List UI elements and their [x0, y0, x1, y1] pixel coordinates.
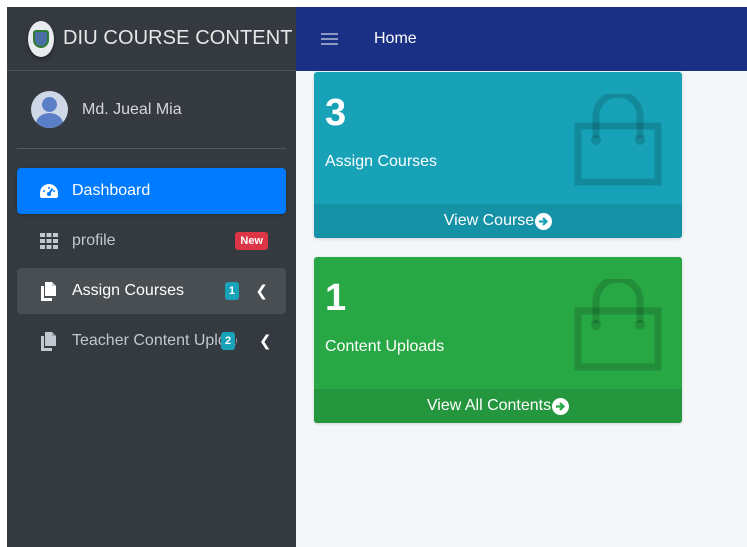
dashboard-icon [38, 182, 60, 200]
sidebar-item-label: Assign Courses [72, 282, 185, 299]
arrow-circle-right-icon [552, 397, 570, 415]
copy-icon [38, 331, 60, 351]
sidebar-item-teacher-content-upload[interactable]: Teacher Content Upload 2 ❮ [17, 318, 286, 364]
count-badge: 1 [224, 282, 239, 300]
sidebar-item-label: Teacher Content Upload [72, 332, 237, 349]
count-badge: 2 [221, 332, 236, 350]
new-badge: New [235, 232, 268, 250]
footer-label: View All Contents [426, 397, 552, 414]
content-uploads-card: 1 Content Uploads View All Contents [314, 257, 682, 423]
university-logo-icon [28, 20, 54, 57]
sidebar-item-label: profile [72, 232, 116, 249]
app-frame: DIU COURSE CONTENT Md. Jueal Mia Dashboa… [7, 7, 747, 547]
sidebar: DIU COURSE CONTENT Md. Jueal Mia Dashboa… [7, 7, 296, 547]
chevron-left-icon[interactable]: ❮ [259, 332, 272, 350]
shopping-bag-icon [574, 94, 662, 186]
assign-courses-card: 3 Assign Courses View Course [314, 72, 682, 238]
top-navbar: Home [296, 7, 747, 71]
brand-title: DIU COURSE CONTENT [63, 27, 293, 49]
shopping-bag-icon [574, 279, 662, 371]
sidebar-item-assign-courses[interactable]: Assign Courses 1 ❮ [17, 268, 286, 314]
card-count: 1 [325, 277, 347, 319]
view-course-link[interactable]: View Course [314, 204, 682, 238]
copy-icon [38, 281, 60, 301]
card-count: 3 [325, 92, 347, 134]
sidebar-item-dashboard[interactable]: Dashboard [17, 168, 286, 214]
sidebar-item-label: Dashboard [72, 182, 151, 199]
user-name[interactable]: Md. Jueal Mia [82, 101, 182, 119]
chevron-left-icon[interactable]: ❮ [255, 282, 268, 300]
home-link[interactable]: Home [374, 30, 417, 48]
sidebar-item-profile[interactable]: profile New [17, 218, 286, 264]
grid-icon [38, 232, 60, 250]
user-panel[interactable]: Md. Jueal Mia [17, 71, 286, 149]
arrow-circle-right-icon [535, 212, 553, 230]
menu-toggle-icon[interactable] [321, 33, 338, 45]
view-all-contents-link[interactable]: View All Contents [314, 389, 682, 423]
card-label: Assign Courses [325, 153, 438, 170]
footer-label: View Course [443, 212, 535, 229]
avatar [31, 91, 68, 128]
card-label: Content Uploads [325, 338, 445, 355]
sidebar-nav: Dashboard profile New Assign Courses 1 ❮… [17, 168, 286, 368]
brand[interactable]: DIU COURSE CONTENT [7, 7, 296, 71]
